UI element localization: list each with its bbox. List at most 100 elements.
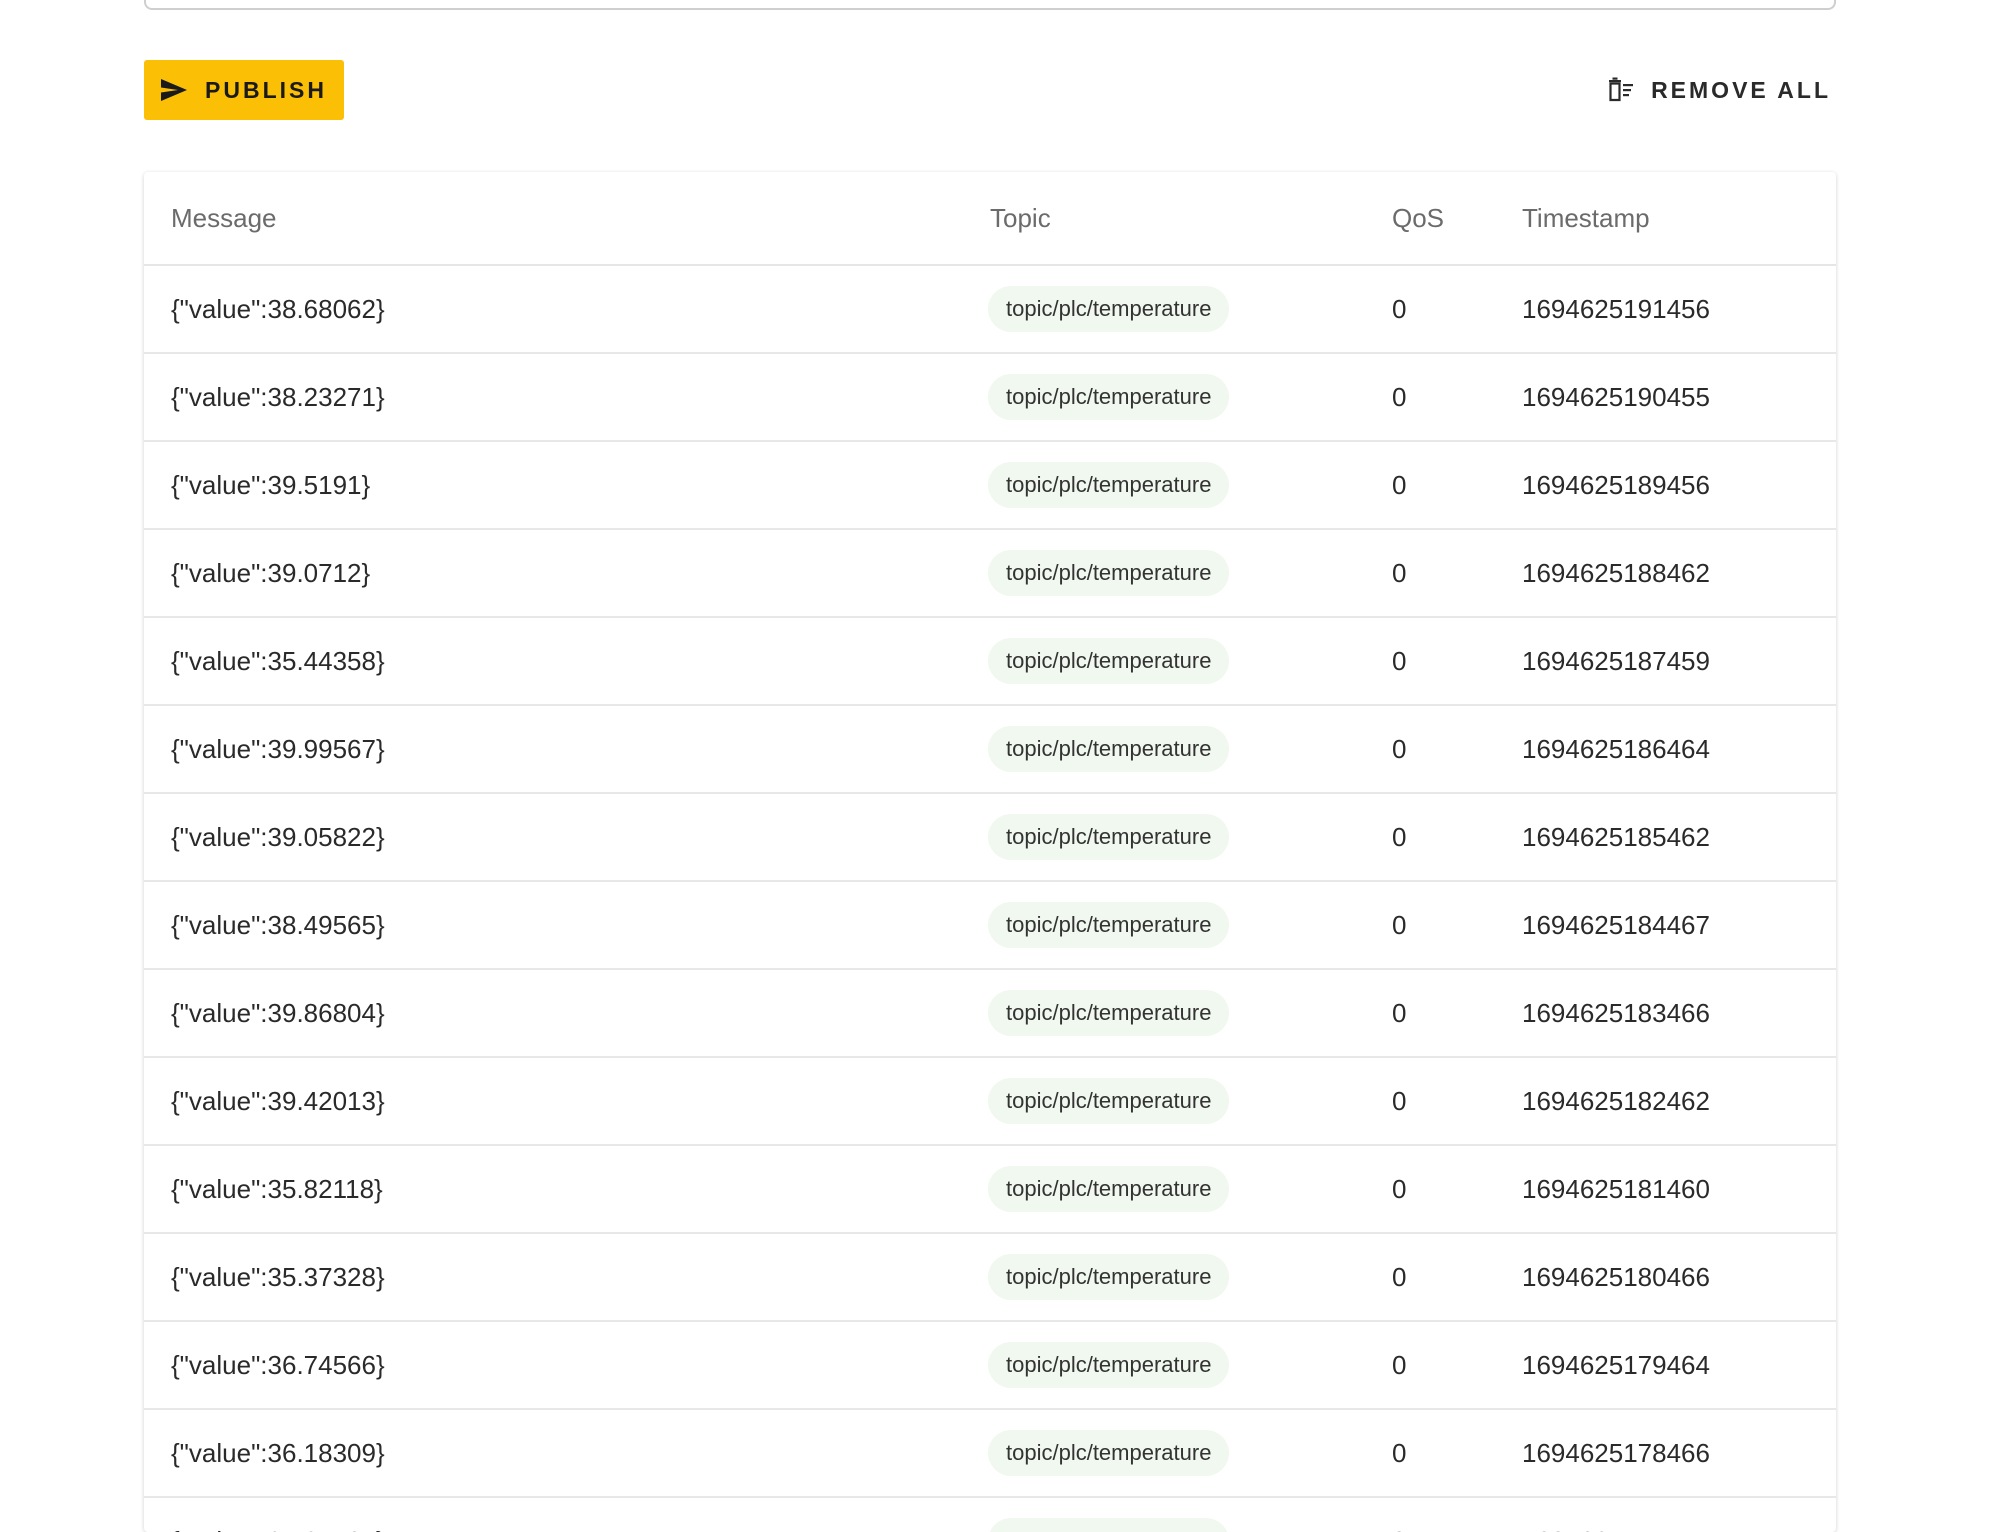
- qos-cell: 0: [1390, 1409, 1520, 1498]
- message-cell: {"value":39.42013}: [144, 1057, 988, 1146]
- timestamp-cell: 1694625185462: [1520, 793, 1836, 882]
- topic-chip[interactable]: topic/plc/temperature: [988, 461, 1230, 509]
- delete-sweep-icon: [1607, 76, 1635, 104]
- topic-cell: topic/plc/temperature: [988, 1321, 1390, 1410]
- publish-label: PUBLISH: [205, 76, 327, 103]
- topic-chip[interactable]: topic/plc/temperature: [988, 1077, 1230, 1125]
- message-cell: {"value":39.0712}: [144, 529, 988, 618]
- qos-cell: 0: [1390, 1145, 1520, 1234]
- qos-cell: 0: [1390, 1057, 1520, 1146]
- table-row[interactable]: {"value":39.05822} topic/plc/temperature 0…: [144, 793, 1836, 882]
- topic-cell: topic/plc/temperature: [988, 793, 1390, 882]
- topic-chip[interactable]: topic/plc/temperature: [988, 285, 1230, 333]
- message-cell: {"value":38.23271}: [144, 353, 988, 442]
- topic-chip[interactable]: topic/plc/temperature: [988, 1517, 1230, 1532]
- topic-cell: topic/plc/temperature: [988, 1497, 1390, 1532]
- topic-chip[interactable]: topic/plc/temperature: [988, 1165, 1230, 1213]
- column-header-timestamp[interactable]: Timestamp: [1520, 172, 1836, 266]
- topic-cell: topic/plc/temperature: [988, 353, 1390, 442]
- topic-cell: topic/plc/temperature: [988, 1409, 1390, 1498]
- table-row[interactable]: {"value":35.24564}topic/plc/temperature 0…: [144, 1497, 1836, 1532]
- topic-chip[interactable]: topic/plc/temperature: [988, 725, 1230, 773]
- topic-chip[interactable]: topic/plc/temperature: [988, 1253, 1230, 1301]
- table-row[interactable]: {"value":38.49565} topic/plc/temperature 0…: [144, 881, 1836, 970]
- publish-button[interactable]: PUBLISH: [144, 60, 344, 120]
- message-cell: {"value":36.18309}: [144, 1409, 988, 1498]
- table-row[interactable]: {"value":39.0712} topic/plc/temperature 0 1…: [144, 529, 1836, 618]
- message-cell: {"value":38.68062}: [144, 265, 988, 354]
- column-header-topic[interactable]: Topic: [988, 172, 1390, 266]
- topic-chip[interactable]: topic/plc/temperature: [988, 1341, 1230, 1389]
- timestamp-cell: 1694625188462: [1520, 529, 1836, 618]
- qos-cell: 0: [1390, 265, 1520, 354]
- table-row[interactable]: {"value":39.5191} topic/plc/temperature 0 1…: [144, 441, 1836, 530]
- message-cell: {"value":38.49565}: [144, 881, 988, 970]
- payload-input-edge[interactable]: [144, 0, 1836, 10]
- qos-cell: 0: [1390, 441, 1520, 530]
- message-cell: {"value":39.99567}: [144, 705, 988, 794]
- topic-chip[interactable]: topic/plc/temperature: [988, 813, 1230, 861]
- message-cell: {"value":39.05822}: [144, 793, 988, 882]
- message-cell: {"value":35.82118}: [144, 1145, 988, 1234]
- remove-all-button[interactable]: REMOVE ALL: [1599, 60, 1839, 120]
- timestamp-cell: 1694625187459: [1520, 617, 1836, 706]
- timestamp-cell: 1694625181460: [1520, 1145, 1836, 1234]
- table-row[interactable]: {"value":36.74566} topic/plc/temperature 0…: [144, 1321, 1836, 1410]
- topic-cell: topic/plc/temperature: [988, 1233, 1390, 1322]
- send-icon: [159, 77, 189, 103]
- message-cell: {"value":35.44358}: [144, 617, 988, 706]
- column-header-message[interactable]: Message: [144, 172, 988, 266]
- table-row[interactable]: {"value":38.23271} topic/plc/temperature 0…: [144, 353, 1836, 442]
- qos-cell: 0: [1390, 705, 1520, 794]
- table-row[interactable]: {"value":35.44358} topic/plc/temperature 0…: [144, 617, 1836, 706]
- timestamp-cell: 1694625190455: [1520, 353, 1836, 442]
- timestamp-cell: 1694625189456: [1520, 441, 1836, 530]
- topic-cell: topic/plc/temperature: [988, 1145, 1390, 1234]
- topic-cell: topic/plc/temperature: [988, 617, 1390, 706]
- table-row[interactable]: {"value":35.82118} topic/plc/temperature 0…: [144, 1145, 1836, 1234]
- message-cell: {"value":39.5191}: [144, 441, 988, 530]
- timestamp-cell: 1694625182462: [1520, 1057, 1836, 1146]
- message-cell: {"value":36.74566}: [144, 1321, 988, 1410]
- timestamp-cell: 1694625191456: [1520, 265, 1836, 354]
- qos-cell: 0: [1390, 793, 1520, 882]
- topic-cell: topic/plc/temperature: [988, 1057, 1390, 1146]
- topic-cell: topic/plc/temperature: [988, 529, 1390, 618]
- qos-cell: 0: [1390, 1321, 1520, 1410]
- table-header-row: Message Topic QoS Timestamp: [144, 172, 1836, 266]
- column-header-qos[interactable]: QoS: [1390, 172, 1520, 266]
- timestamp-cell: 1694625179464: [1520, 1321, 1836, 1410]
- topic-chip[interactable]: topic/plc/temperature: [988, 637, 1230, 685]
- topic-cell: topic/plc/temperature: [988, 705, 1390, 794]
- messages-table-card: Message Topic QoS Timestamp {"value":38.…: [144, 172, 1836, 1532]
- table-row[interactable]: {"value":36.18309} topic/plc/temperature 0…: [144, 1409, 1836, 1498]
- timestamp-cell: 1694625183466: [1520, 969, 1836, 1058]
- topic-cell: topic/plc/temperature: [988, 265, 1390, 354]
- timestamp-cell: 1694625184467: [1520, 881, 1836, 970]
- topic-cell: topic/plc/temperature: [988, 441, 1390, 530]
- topic-chip[interactable]: topic/plc/temperature: [988, 549, 1230, 597]
- table-row[interactable]: {"value":35.37328} topic/plc/temperature 0…: [144, 1233, 1836, 1322]
- table-row[interactable]: {"value":39.86804} topic/plc/temperature 0…: [144, 969, 1836, 1058]
- topic-cell: topic/plc/temperature: [988, 881, 1390, 970]
- message-cell: {"value":35.37328}: [144, 1233, 988, 1322]
- qos-cell: 0: [1390, 1233, 1520, 1322]
- qos-cell: 0: [1390, 969, 1520, 1058]
- timestamp-cell: 1694625186464: [1520, 705, 1836, 794]
- topic-chip[interactable]: topic/plc/temperature: [988, 1429, 1230, 1477]
- timestamp-cell: 1694625178466: [1520, 1409, 1836, 1498]
- topic-chip[interactable]: topic/plc/temperature: [988, 989, 1230, 1037]
- qos-cell: 0: [1390, 1497, 1520, 1532]
- remove-all-label: REMOVE ALL: [1651, 76, 1831, 103]
- qos-cell: 0: [1390, 881, 1520, 970]
- timestamp-cell: 1694625177471: [1520, 1497, 1836, 1532]
- messages-table: Message Topic QoS Timestamp {"value":38.…: [144, 172, 1836, 1532]
- qos-cell: 0: [1390, 529, 1520, 618]
- topic-chip[interactable]: topic/plc/temperature: [988, 901, 1230, 949]
- qos-cell: 0: [1390, 353, 1520, 442]
- message-cell: {"value":39.86804}: [144, 969, 988, 1058]
- table-row[interactable]: {"value":38.68062} topic/plc/temperature 0…: [144, 265, 1836, 354]
- topic-chip[interactable]: topic/plc/temperature: [988, 373, 1230, 421]
- table-row[interactable]: {"value":39.42013} topic/plc/temperature 0…: [144, 1057, 1836, 1146]
- table-row[interactable]: {"value":39.99567} topic/plc/temperature 0…: [144, 705, 1836, 794]
